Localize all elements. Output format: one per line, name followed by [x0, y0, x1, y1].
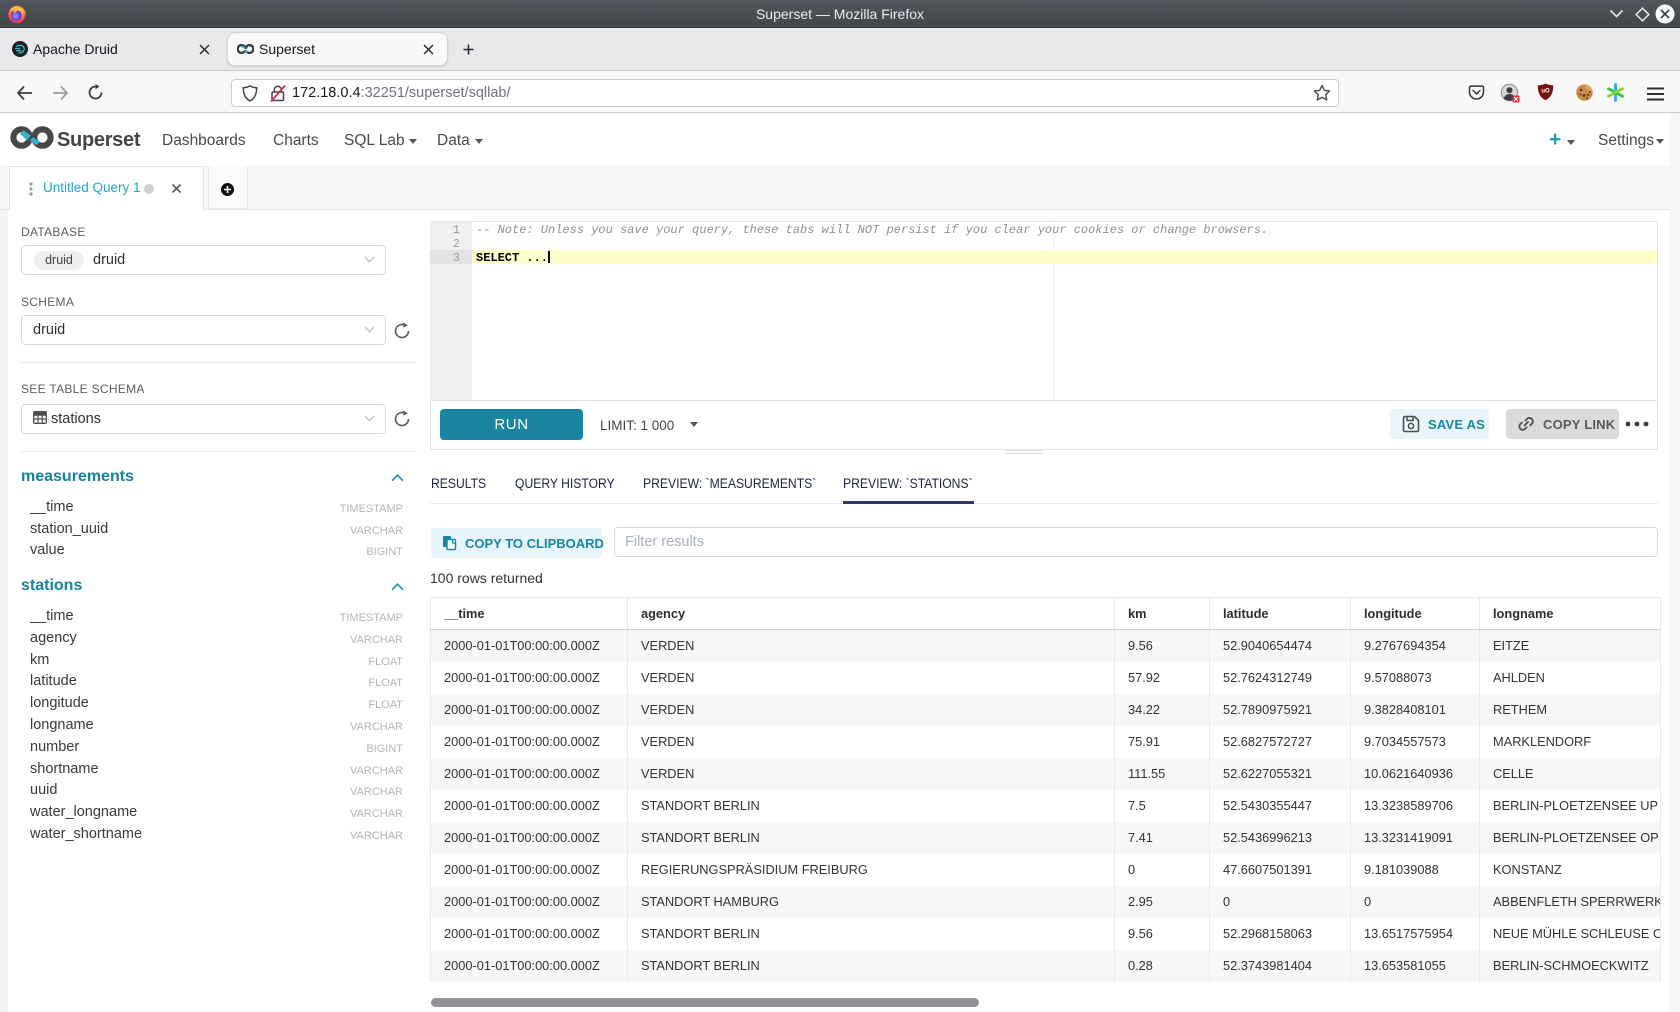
- svg-text:uO: uO: [1541, 89, 1550, 95]
